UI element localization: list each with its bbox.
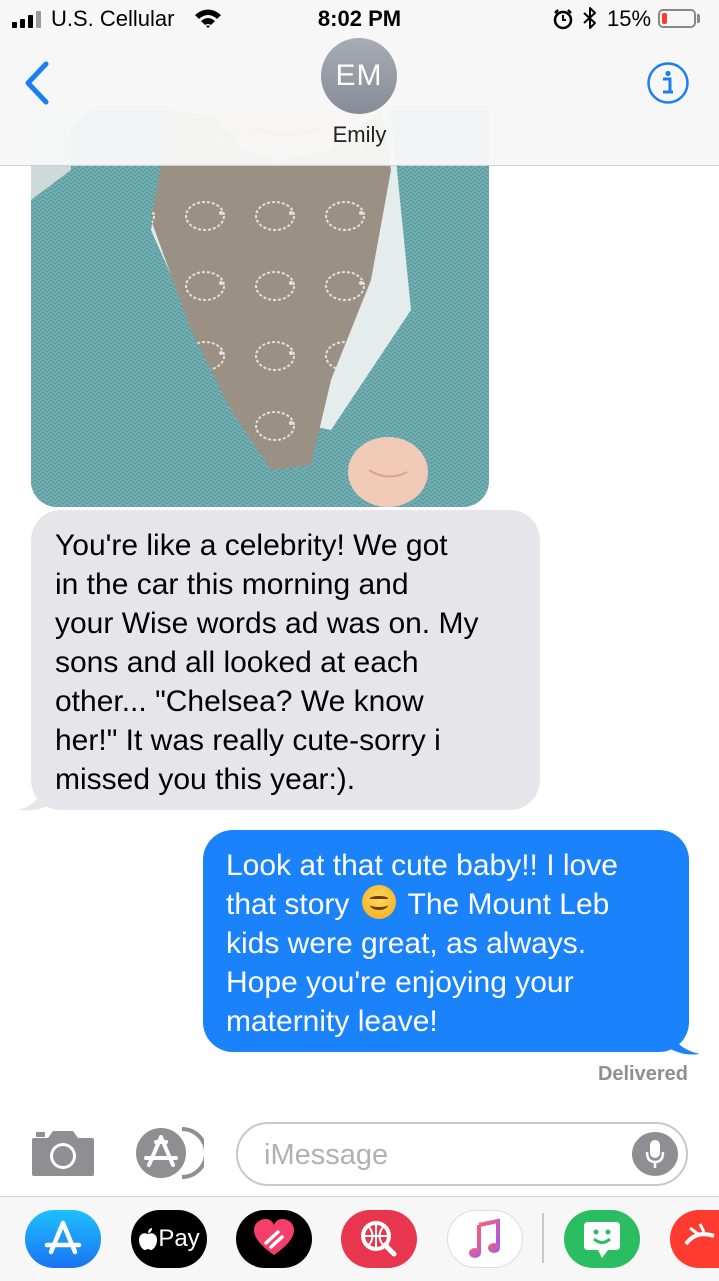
contact-avatar[interactable]: EM — [321, 38, 397, 114]
message-line: Look at that cute baby!! I love — [226, 849, 618, 882]
message-line: Hope you're enjoying your — [226, 966, 574, 999]
delivered-status: Delivered — [597, 1063, 688, 1085]
app-store-app-button[interactable] — [25, 1210, 101, 1268]
apple-pay-label: Pay — [158, 1225, 200, 1252]
apple-logo-icon — [139, 1228, 158, 1250]
apps-button[interactable] — [134, 1126, 208, 1180]
message-line: sons and all looked at each — [55, 646, 419, 679]
incoming-message-bubble[interactable]: You're like a celebrity! We got in the c… — [31, 510, 540, 810]
web-images-app-button[interactable] — [341, 1210, 417, 1268]
apple-pay-app-button[interactable]: Pay — [131, 1210, 207, 1268]
contact-name[interactable]: Emily — [0, 122, 719, 148]
bluetooth-icon — [583, 7, 596, 29]
digital-touch-app-button[interactable] — [236, 1210, 312, 1268]
message-line: in the car this morning and — [55, 568, 409, 601]
message-line: her!" It was really cute-sorry i — [55, 724, 441, 757]
music-app-button[interactable] — [447, 1210, 523, 1268]
info-icon — [647, 62, 689, 104]
info-button[interactable] — [646, 61, 690, 105]
microphone-button[interactable] — [632, 1132, 678, 1176]
message-line: maternity leave! — [226, 1005, 438, 1038]
app-drawer: Pay — [0, 1196, 719, 1281]
message-text: that story — [226, 888, 350, 921]
web-images-icon — [361, 1221, 397, 1257]
message-text: The Mount Leb — [407, 888, 610, 921]
outgoing-message-bubble[interactable]: Look at that cute baby!! I love that sto… — [203, 830, 689, 1052]
smiling-face-emoji-icon — [361, 885, 396, 919]
app-store-icon — [44, 1220, 82, 1255]
message-line: missed you this year:). — [55, 763, 356, 796]
microphone-icon — [645, 1140, 665, 1168]
message-line: kids were great, as always. — [226, 927, 587, 960]
digital-touch-icon — [254, 1219, 294, 1255]
message-line: other... "Chelsea? We know — [55, 685, 424, 718]
back-button[interactable] — [18, 60, 58, 106]
bitmoji-app-button[interactable] — [564, 1210, 640, 1268]
message-input[interactable] — [262, 1134, 626, 1176]
battery-level — [662, 13, 667, 24]
message-line: your Wise words ad was on. My — [55, 607, 479, 640]
camera-button[interactable] — [30, 1128, 96, 1178]
bitmoji-icon — [584, 1222, 620, 1258]
chevron-left-icon — [25, 61, 49, 105]
avatar-initials: EM — [335, 59, 383, 92]
camera-icon — [32, 1131, 94, 1176]
message-input-field[interactable] — [236, 1122, 688, 1186]
baby-photo[interactable] — [31, 110, 489, 507]
message-line: that story The Mount Leb — [226, 885, 669, 924]
battery-tip — [697, 14, 700, 23]
message-line: You're like a celebrity! We got — [55, 529, 448, 562]
music-icon — [469, 1218, 500, 1258]
battery-percent: 15% — [607, 6, 652, 31]
battery-icon — [658, 9, 696, 28]
more-app-button[interactable] — [670, 1210, 719, 1268]
alarm-icon — [553, 9, 573, 30]
app-store-icon — [136, 1127, 208, 1179]
more-app-icon — [684, 1223, 715, 1246]
status-bar: U.S. Cellular 8:02 PM 15% — [0, 0, 719, 40]
drawer-divider — [542, 1213, 544, 1263]
